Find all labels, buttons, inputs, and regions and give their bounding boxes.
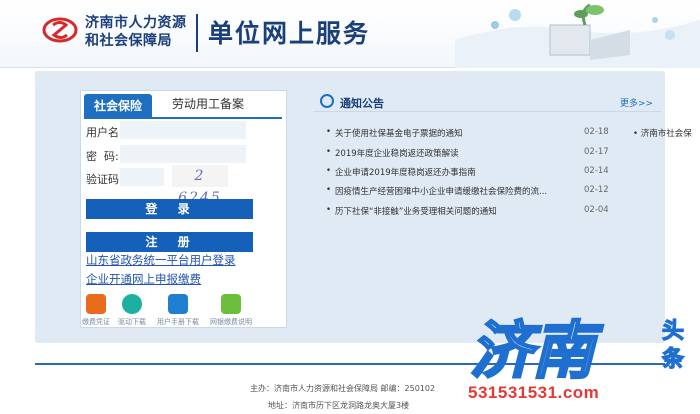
svg-text:济南: 济南 [470, 314, 604, 387]
more-link[interactable]: 更多>> [620, 96, 653, 109]
watermark-number: 531531531.com [468, 383, 600, 402]
org-name-line2: 和社会保障局 [85, 33, 172, 49]
password-label: 密 码: [86, 150, 119, 163]
register-button[interactable]: 注 册 [86, 232, 253, 252]
side-notice-item[interactable]: • 济南市社会保 [633, 127, 692, 139]
footer-address: 地址：济南市历下区龙洞路龙奥大厦3楼 [268, 401, 410, 410]
bank-card-icon [221, 294, 241, 314]
svg-text:头: 头 [662, 319, 684, 344]
login-button[interactable]: 登 录 [86, 199, 253, 219]
bullet-icon: • [326, 147, 332, 157]
download-icon [122, 294, 142, 314]
header-decoration-icon [455, 3, 700, 68]
notice-item-title[interactable]: 因疫情生产经营困难中小企业申请缓缴社会保险费的流... [335, 185, 573, 197]
side-notice-text: 济南市社会保 [640, 129, 692, 139]
notice-item: • 关于使用社保基金电子票据的通知 02-18 [326, 127, 611, 141]
provincial-login-link[interactable]: 山东省政务统一平台用户登录 [86, 252, 236, 268]
username-label: 用户名: [86, 126, 123, 139]
notice-item-title[interactable]: 企业申请2019年度稳岗返还办事指南 [335, 166, 573, 178]
notice-item-title[interactable]: 2019年度企业稳岗返还政策解读 [335, 147, 573, 159]
notice-item-date: 02-14 [584, 166, 609, 176]
org-name-line1: 济南市人力资源 [85, 15, 187, 31]
password-input[interactable] [120, 145, 246, 163]
org-name: 济南市人力资源 和社会保障局 [85, 14, 187, 50]
page-header: 济南市人力资源 和社会保障局 单位网上服务 [0, 0, 700, 68]
footer-sponsor: 主办：济南市人力资源和社会保障局 邮编：250102 [250, 384, 436, 393]
logo-icon [42, 17, 78, 43]
notice-item-date: 02-12 [584, 185, 609, 195]
captcha-image[interactable]: 2 6245 [172, 165, 228, 206]
svg-text:条: 条 [661, 346, 685, 372]
notice-item: • 因疫情生产经营困难中小企业申请缓缴社会保险费的流... 02-12 [326, 185, 611, 199]
manual-icon [168, 294, 188, 314]
notice-item-date: 02-18 [584, 127, 609, 137]
bullet-icon: • [326, 166, 332, 176]
notice-item-title[interactable]: 历下社保“非接触”业务受理相关问题的通知 [335, 205, 573, 217]
tab-underline [84, 117, 282, 119]
bullet-icon: • [633, 129, 641, 139]
username-input[interactable] [120, 121, 246, 139]
bullet-icon: • [326, 205, 332, 215]
notice-icon [320, 94, 334, 108]
notice-item-date: 02-17 [584, 147, 609, 157]
notice-item: • 2019年度企业稳岗返还政策解读 02-17 [326, 147, 611, 161]
site-title: 单位网上服务 [208, 19, 371, 48]
tab-labor-filing[interactable]: 劳动用工备案 [172, 95, 244, 112]
bullet-icon: • [326, 127, 332, 137]
quick-link-label: 用户手册下载 [157, 318, 199, 326]
bullet-icon: • [326, 185, 332, 195]
notice-item: • 历下社保“非接触”业务受理相关问题的通知 02-04 [326, 205, 611, 219]
tab-social-insurance[interactable]: 社会保险 [84, 94, 152, 118]
notice-title: 通知公告 [340, 97, 384, 110]
notice-item-date: 02-04 [584, 205, 609, 215]
quick-link-label: 网银缴费说明 [210, 318, 252, 326]
enterprise-enroll-link[interactable]: 企业开通网上申报缴费 [86, 271, 201, 287]
notice-item: • 企业申请2019年度稳岗返还办事指南 02-14 [326, 166, 611, 180]
notice-item-title[interactable]: 关于使用社保基金电子票据的通知 [335, 127, 573, 139]
captcha-input[interactable] [120, 168, 164, 186]
header-divider [196, 14, 198, 52]
quick-link-manual[interactable]: 用户手册下载 [151, 294, 205, 327]
captcha-label: 验证码: [86, 173, 123, 186]
receipt-icon [86, 294, 106, 314]
quick-link-bank[interactable]: 网银缴费说明 [204, 294, 258, 327]
